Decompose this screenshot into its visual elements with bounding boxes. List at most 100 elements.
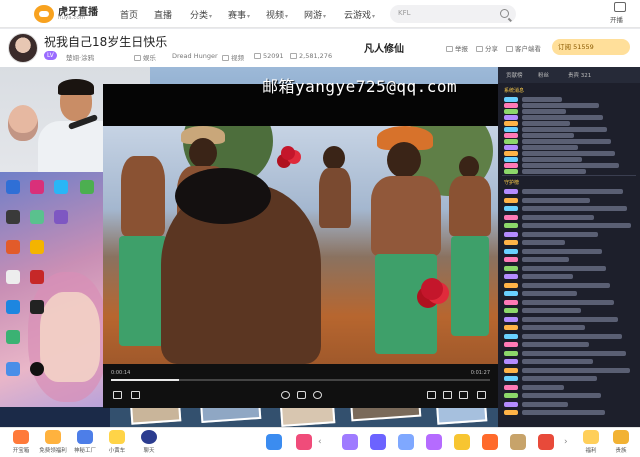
level-badge: LV: [44, 51, 57, 60]
streamer-avatar[interactable]: [8, 33, 38, 63]
chevron-down-icon: ▾: [323, 13, 327, 20]
shopping-cart-button[interactable]: 小黄车: [100, 430, 134, 456]
site-logo[interactable]: 虎牙直播 huya.com: [34, 3, 100, 25]
gift-icon[interactable]: [482, 434, 498, 450]
chevron-right-icon[interactable]: ›: [564, 437, 568, 447]
live-stage[interactable]: 0:00:14 0:01:27 邮箱yangye725@qq.com: [0, 67, 498, 427]
volume-icon[interactable]: [113, 391, 122, 399]
mystery-factory-button[interactable]: 神秘工厂: [68, 430, 102, 456]
play-icon[interactable]: [297, 391, 306, 399]
nav-item-online-games[interactable]: 网游▾: [304, 8, 326, 21]
broadcast-label: 开播: [610, 16, 623, 24]
forward-icon[interactable]: [313, 391, 322, 399]
treasure-box-button[interactable]: 开宝箱: [4, 430, 38, 456]
tab-fans[interactable]: 粉丝: [538, 71, 549, 79]
chat-button[interactable]: 聊天: [132, 430, 166, 456]
dancer-head: [189, 138, 217, 168]
fullscreen-icon[interactable]: [459, 391, 468, 399]
dancer-torso: [121, 156, 165, 236]
nav-item-home[interactable]: 首页: [120, 8, 138, 21]
search-icon[interactable]: [500, 9, 509, 18]
desktop-app-icon[interactable]: [6, 240, 20, 254]
streamer-name[interactable]: 楚翊·涂鸦: [66, 52, 94, 62]
dancer-torso: [371, 176, 441, 256]
desktop-app-icon[interactable]: [6, 180, 20, 194]
desktop-app-icon[interactable]: [30, 180, 44, 194]
nav-item-online-games-label: 网游: [304, 11, 323, 21]
dancer: [445, 156, 495, 364]
welfare-button[interactable]: 福利: [574, 430, 608, 456]
chat-message: [522, 206, 627, 211]
nav-item-cloud-games[interactable]: 云游戏▾: [344, 8, 375, 21]
caption-icon[interactable]: [131, 391, 140, 399]
room-videos-label: 视频: [231, 54, 244, 62]
room-videos[interactable]: 视频: [222, 52, 244, 62]
desktop-app-icon[interactable]: [6, 210, 20, 224]
chat-user-badge: [504, 367, 518, 373]
room-game[interactable]: Dread Hunger: [172, 52, 218, 60]
desktop-app-icon[interactable]: [30, 300, 44, 314]
pip-icon[interactable]: [443, 391, 452, 399]
nav-item-live[interactable]: 直播: [154, 8, 172, 21]
share-button[interactable]: 分享: [476, 43, 498, 53]
report-button[interactable]: 举报: [446, 43, 468, 53]
client-button[interactable]: 客户端看: [506, 43, 541, 53]
gift-icon[interactable]: [342, 434, 358, 450]
search-input[interactable]: KFL: [390, 5, 516, 23]
chat-message: [522, 240, 565, 245]
desktop-app-icon[interactable]: [30, 210, 44, 224]
desktop-app-icon[interactable]: [6, 330, 20, 344]
seek-bar[interactable]: [111, 379, 490, 381]
chevron-down-icon: ▾: [372, 13, 376, 20]
desktop-app-icon[interactable]: [30, 270, 44, 284]
room-category[interactable]: 娱乐: [134, 52, 156, 62]
chat-message: [522, 127, 607, 132]
brand-calligraphy: 凡人修仙: [364, 44, 404, 55]
nav-item-events[interactable]: 赛事▾: [228, 8, 250, 21]
nobility-button[interactable]: 贵族: [604, 430, 638, 456]
desktop-app-icon[interactable]: [6, 300, 20, 314]
desktop-app-icon[interactable]: [30, 240, 44, 254]
chevron-left-icon[interactable]: ‹: [318, 437, 322, 447]
gift-icon[interactable]: [426, 434, 442, 450]
gift-icon[interactable]: [296, 434, 312, 450]
gift-box-icon: [45, 430, 61, 444]
desktop-app-icon[interactable]: [80, 180, 94, 194]
desktop-app-icon[interactable]: [54, 180, 68, 194]
desktop-app-icon[interactable]: [6, 270, 20, 284]
video-player[interactable]: 0:00:14 0:01:27: [103, 84, 498, 408]
nav-item-video[interactable]: 视频▾: [266, 8, 288, 21]
chat-message: [522, 197, 590, 203]
gift-icon[interactable]: [398, 434, 414, 450]
more-icon[interactable]: [477, 391, 486, 399]
chat-message: [522, 342, 589, 347]
chat-user-badge: [504, 257, 518, 262]
welfare-icon: [583, 430, 599, 444]
gift-icon[interactable]: [266, 434, 282, 450]
chat-message: [522, 282, 610, 288]
chat-message: [522, 367, 630, 373]
tab-contribution[interactable]: 贡献榜: [506, 71, 523, 79]
gift-icon[interactable]: [538, 434, 554, 450]
rewind-icon[interactable]: [281, 391, 290, 399]
person-icon: [254, 53, 261, 59]
broadcast-button[interactable]: 开播: [608, 2, 632, 26]
desktop-app-icon[interactable]: [54, 210, 68, 224]
free-welfare-button[interactable]: 免费领福利: [36, 430, 70, 456]
subscribe-button[interactable]: 订阅 51559: [552, 39, 630, 55]
chat-user-badge: [504, 325, 518, 330]
chat-message: [522, 169, 586, 174]
gift-icon[interactable]: [510, 434, 526, 450]
chat-user-badge: [504, 265, 518, 271]
desktop-app-icon[interactable]: [6, 362, 20, 376]
tab-vip[interactable]: 贵宾 321: [568, 71, 591, 79]
chat-user-badge: [504, 223, 518, 228]
gift-icon[interactable]: [454, 434, 470, 450]
nav-item-category[interactable]: 分类▾: [190, 8, 212, 21]
chat-message: [522, 163, 619, 168]
chat-user-badge: [504, 342, 518, 347]
top-navigation: 虎牙直播 huya.com 首页 直播 分类▾ 赛事▾ 视频▾ 网游▾ 云游戏▾…: [0, 0, 640, 28]
edit-icon[interactable]: [427, 391, 436, 399]
gift-icon[interactable]: [370, 434, 386, 450]
desktop-app-icon[interactable]: [30, 362, 44, 376]
